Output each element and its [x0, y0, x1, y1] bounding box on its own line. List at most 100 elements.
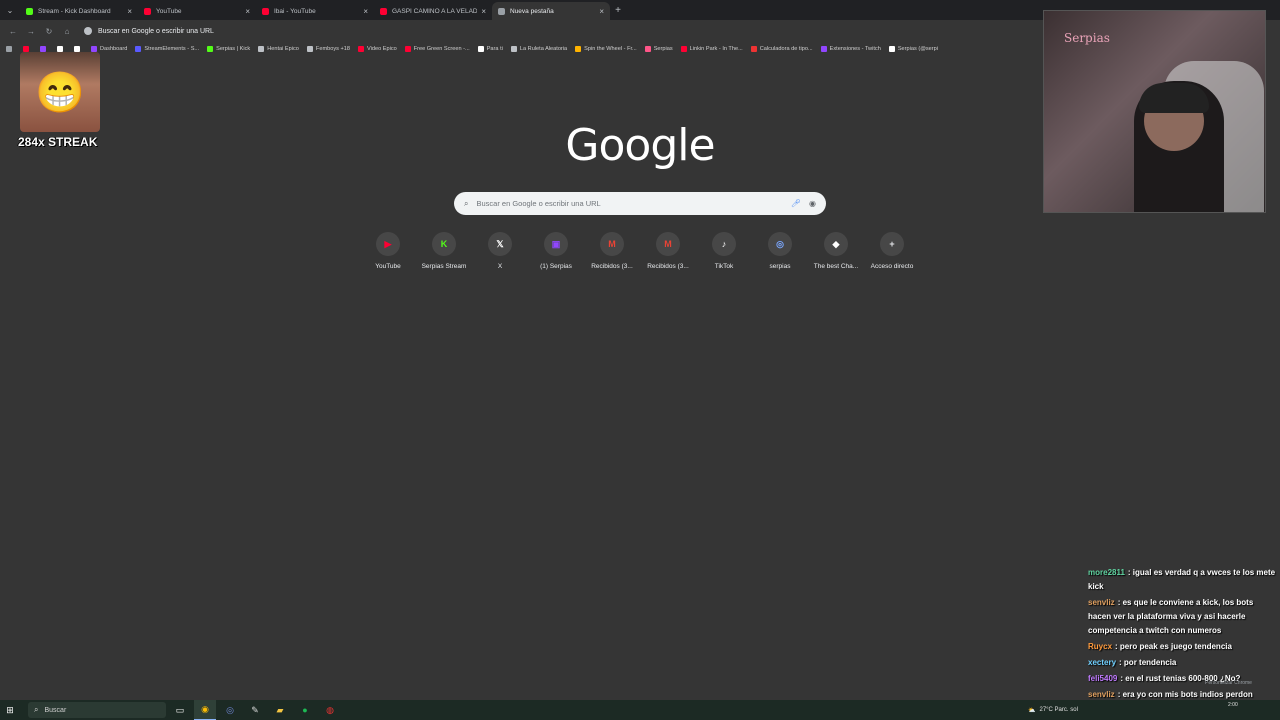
clock[interactable]: 2:00	[1228, 702, 1238, 708]
shortcut-tile[interactable]: ◆ The best Cha...	[808, 232, 864, 270]
tab-3[interactable]: GASPI CAMINO A LA VELADA ×	[374, 2, 492, 20]
tab-title: Stream - Kick Dashboard	[38, 7, 111, 15]
lens-icon[interactable]: ◉	[809, 199, 816, 208]
bookmark-label: Video Epico	[366, 46, 397, 52]
tab-4[interactable]: Nueva pestaña ×	[492, 2, 610, 20]
spotify-icon[interactable]: ●	[294, 700, 316, 720]
app-icon[interactable]: ✎	[244, 700, 266, 720]
chat-text: : era yo con mis bots indios perdon	[1117, 690, 1253, 699]
bookmark-label: Free Green Screen -...	[413, 46, 470, 52]
bookmark-item[interactable]: Linkin Park - In The...	[680, 46, 743, 52]
shortcut-icon: ◎	[768, 232, 792, 256]
shortcut-label: Recibidos (3...	[591, 263, 633, 270]
chat-message: Ruycx: pero peak es juego tendencia	[1088, 640, 1278, 654]
tab-0[interactable]: Stream - Kick Dashboard ×	[20, 2, 138, 20]
shortcut-label: YouTube	[375, 263, 401, 270]
close-tab-icon[interactable]: ×	[245, 7, 250, 16]
chat-username: Ruycx	[1088, 642, 1113, 651]
bookmark-item[interactable]: Femboys +18	[306, 46, 350, 52]
shortcut-tile[interactable]: M Recibidos (3...	[584, 232, 640, 270]
shortcut-icon: M	[656, 232, 680, 256]
forward-icon[interactable]: →	[22, 22, 40, 40]
tab-2[interactable]: Ibai - YouTube ×	[256, 2, 374, 20]
bookmark-label: Dashboard	[100, 46, 128, 52]
obs-icon[interactable]: ◍	[319, 700, 341, 720]
chrome-icon[interactable]: ◉	[194, 700, 216, 720]
search-input[interactable]	[476, 199, 783, 208]
file-explorer-icon[interactable]: ▰	[269, 700, 291, 720]
bookmark-label: Femboys +18	[315, 46, 350, 52]
close-tab-icon[interactable]: ×	[363, 7, 368, 16]
taskbar-search[interactable]: ⌕ Buscar	[28, 702, 166, 718]
bookmark-item[interactable]: Para ti	[477, 46, 503, 52]
back-icon[interactable]: ←	[4, 22, 22, 40]
reload-icon[interactable]: ↻	[40, 22, 58, 40]
shortcut-tile[interactable]: 𝕏X	[472, 232, 528, 270]
address-bar[interactable]: Buscar en Google o escribir una URL	[82, 23, 1032, 39]
shortcut-label: Serpias Stream	[421, 263, 467, 270]
bookmark-favicon-icon	[135, 46, 142, 52]
bookmark-item[interactable]: Spin the Wheel - Fr...	[575, 46, 637, 52]
bookmark-item[interactable]: Video Epico	[357, 46, 397, 52]
search-icon: ⌕	[464, 198, 469, 208]
search-icon: ⌕	[34, 705, 39, 714]
task-view-icon[interactable]: ▭	[169, 700, 191, 720]
tab-search-icon[interactable]: ⌄	[0, 0, 20, 20]
bookmark-item[interactable]: Free Green Screen -...	[404, 46, 470, 52]
search-box[interactable]: ⌕ 🎤︎ ◉	[454, 192, 826, 215]
shortcut-label: serpias	[769, 263, 791, 270]
address-bar-text: Buscar en Google o escribir una URL	[98, 27, 214, 35]
bookmark-item[interactable]: Extensiones - Twitch	[820, 46, 881, 52]
shortcut-label: Acceso directo	[870, 263, 914, 270]
weather-widget[interactable]: ⛅ 27°C Parc. sol	[1028, 700, 1078, 720]
shortcut-tile[interactable]: ♪ TikTok	[696, 232, 752, 270]
bookmark-favicon-icon	[258, 46, 265, 52]
bookmark-label: Linkin Park - In The...	[689, 46, 743, 52]
close-tab-icon[interactable]: ×	[481, 7, 486, 16]
bookmark-favicon-icon	[207, 46, 214, 52]
shortcut-icon: K	[432, 232, 456, 256]
shortcut-tile[interactable]: ▣ (1) Serpias	[528, 232, 584, 270]
streak-emote-image: 😁	[20, 52, 100, 132]
shortcut-icon: ▣	[544, 232, 568, 256]
shortcut-label: (1) Serpias	[540, 263, 572, 270]
bookmark-item[interactable]: Calculadora de tipo...	[750, 46, 813, 52]
bookmark-favicon-icon	[820, 46, 827, 52]
bookmark-label: La Ruleta Aleatoria	[519, 46, 568, 52]
chat-message: senvliz: es que le conviene a kick, los …	[1088, 596, 1278, 638]
shortcut-tile[interactable]: ◎ serpias	[752, 232, 808, 270]
bookmark-label: StreamElements - S...	[144, 46, 200, 52]
chat-text: : por tendencia	[1119, 658, 1177, 667]
bookmark-item[interactable]: StreamElements - S...	[135, 46, 199, 52]
bookmark-label: Serpias	[653, 46, 673, 52]
close-tab-icon[interactable]: ×	[599, 7, 604, 16]
bookmark-item[interactable]: Serpias | Kick	[207, 46, 250, 52]
windows-start-icon[interactable]: ⊞	[0, 700, 20, 720]
close-tab-icon[interactable]: ×	[127, 7, 132, 16]
tab-title: Ibai - YouTube	[274, 7, 316, 15]
shortcut-tile[interactable]: M Recibidos (3...	[640, 232, 696, 270]
bookmarks-bar: Dashboard StreamElements - S... Serpias | …	[0, 42, 1045, 56]
bookmark-item[interactable]: Hentai Epico	[258, 46, 299, 52]
bookmark-item[interactable]: La Ruleta Aleatoria	[510, 46, 568, 52]
shortcut-icon: ◆	[824, 232, 848, 256]
new-tab-button[interactable]: +	[610, 5, 626, 16]
bookmark-favicon-icon	[750, 46, 757, 52]
discord-icon[interactable]: ◎	[219, 700, 241, 720]
home-icon[interactable]: ⌂	[58, 22, 76, 40]
customize-chrome-link[interactable]: Personalizar Chrome	[1205, 680, 1252, 686]
bookmark-item[interactable]: Serpias (@serpi	[888, 46, 938, 52]
shortcut-tile[interactable]: + Acceso directo	[864, 232, 920, 270]
apps-icon[interactable]	[6, 46, 15, 52]
chat-username: feli5409	[1088, 674, 1118, 683]
tab-1[interactable]: YouTube ×	[138, 2, 256, 20]
bookmark-label: Spin the Wheel - Fr...	[584, 46, 637, 52]
shortcut-tile[interactable]: K Serpias Stream	[416, 232, 472, 270]
bookmark-label: Calculadora de tipo...	[759, 46, 813, 52]
bookmark-favicon-icon	[357, 46, 364, 52]
bookmark-item[interactable]: Serpias	[644, 46, 673, 52]
tab-favicon-icon	[498, 7, 505, 15]
microphone-icon[interactable]: 🎤︎	[791, 199, 801, 208]
shortcut-tile[interactable]: ▶ YouTube	[360, 232, 416, 270]
weather-text: 27°C Parc. sol	[1039, 707, 1078, 713]
